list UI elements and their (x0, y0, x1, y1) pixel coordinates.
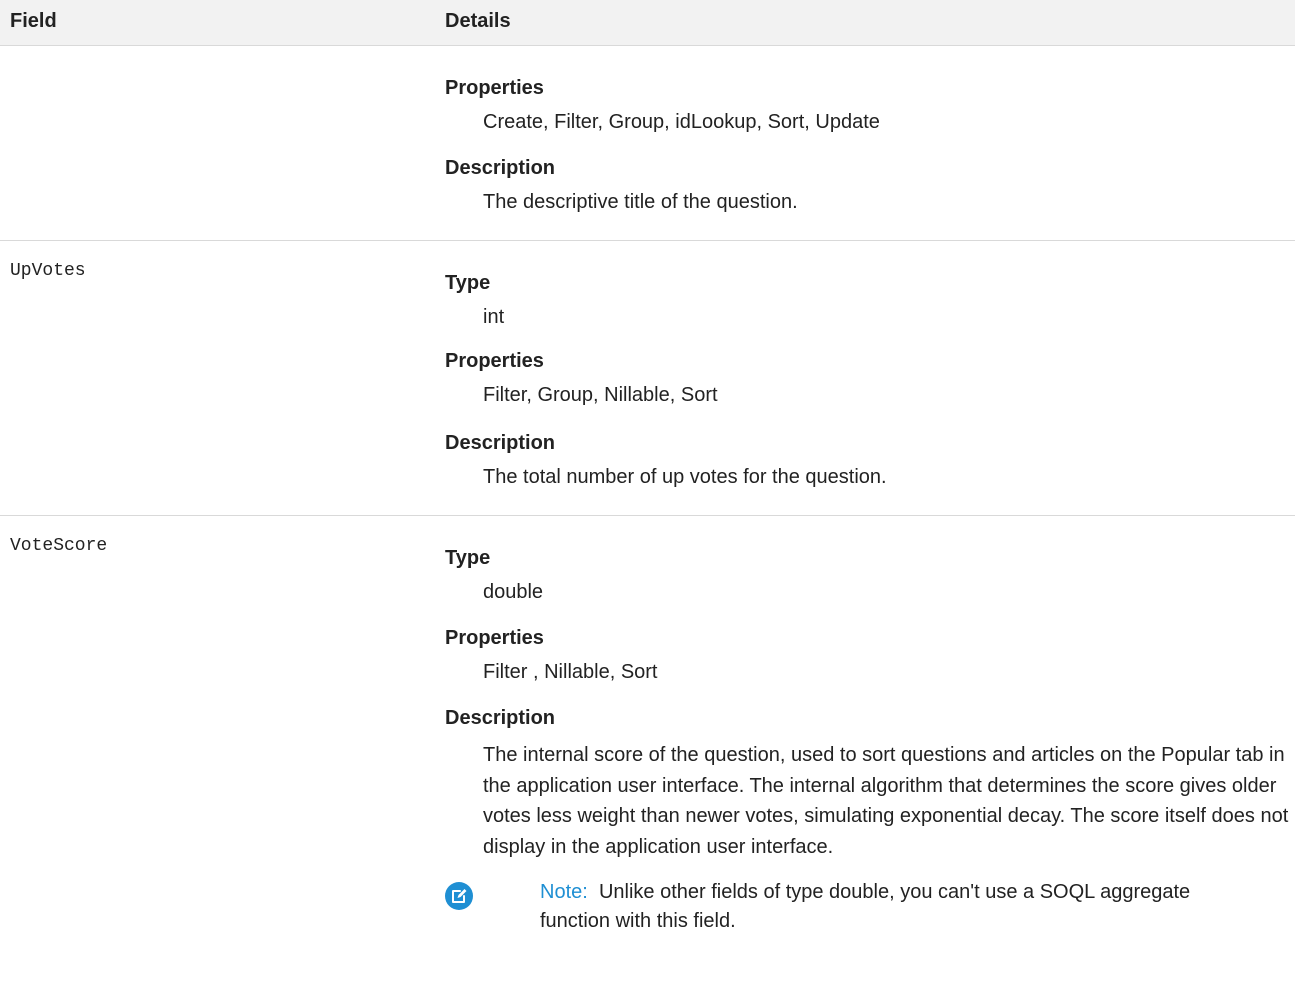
section-value: int (483, 306, 505, 328)
note-text: Unlike other fields of type double, you … (540, 881, 1191, 932)
description-section: Description The total number of up votes… (445, 431, 1295, 491)
description-section: Description The internal score of the qu… (445, 706, 1295, 862)
type-section: Type double (445, 546, 1295, 606)
description-section: Description The descriptive title of the… (445, 156, 1295, 216)
section-value: double (483, 581, 544, 603)
note-label: Note: (540, 881, 588, 903)
table-row: VoteScore Type double Properties Filter … (0, 516, 1295, 982)
section-value: The descriptive title of the question. (483, 191, 798, 213)
section-value: Filter , Nillable, Sort (483, 661, 658, 683)
column-header-field: Field (10, 10, 57, 32)
section-value: The internal score of the question, used… (483, 744, 1289, 858)
field-name: VoteScore (10, 536, 108, 556)
section-term: Description (445, 432, 556, 454)
table-row: Properties Create, Filter, Group, idLook… (0, 46, 1295, 241)
section-term: Description (445, 707, 556, 729)
edit-note-icon (445, 882, 473, 910)
section-term: Properties (445, 350, 544, 372)
column-header-details: Details (445, 10, 511, 32)
section-term: Properties (445, 77, 544, 99)
type-section: Type int (445, 271, 1295, 331)
table-header: Field Details (0, 0, 1295, 46)
section-term: Properties (445, 627, 544, 649)
section-term: Description (445, 157, 556, 179)
section-value: Filter, Group, Nillable, Sort (483, 384, 718, 406)
section-term: Type (445, 547, 491, 569)
properties-section: Properties Create, Filter, Group, idLook… (445, 76, 1295, 136)
table-row: UpVotes Type int Properties Filter, Grou… (0, 241, 1295, 516)
section-term: Type (445, 272, 491, 294)
field-name: UpVotes (10, 261, 86, 281)
note-text-block: Note: Unlike other fields of type double… (540, 878, 1200, 936)
properties-section: Properties Filter , Nillable, Sort (445, 626, 1295, 686)
section-value: Create, Filter, Group, idLookup, Sort, U… (483, 111, 880, 133)
properties-section: Properties Filter, Group, Nillable, Sort (445, 349, 1295, 409)
section-value: The total number of up votes for the que… (483, 466, 887, 488)
